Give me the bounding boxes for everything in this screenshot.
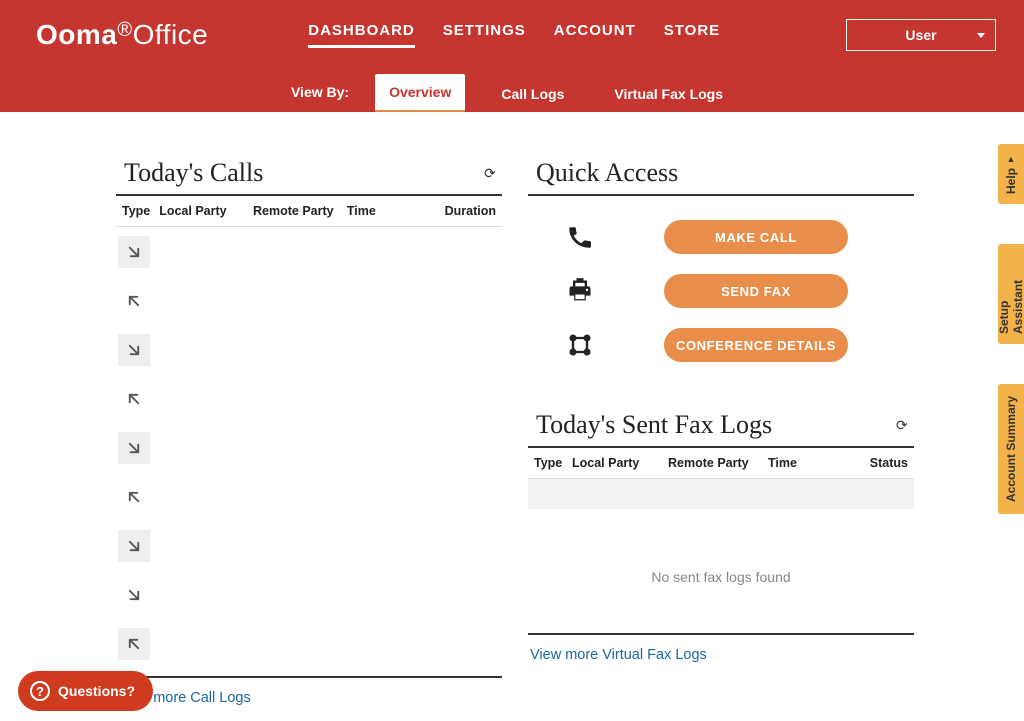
fax-table-head: Type Local Party Remote Party Time Statu… bbox=[528, 448, 914, 479]
qa-row-fax: SEND FAX bbox=[528, 268, 914, 322]
calls-footer: View more Call Logs bbox=[116, 676, 502, 707]
side-tab-help-label: Help bbox=[1004, 168, 1018, 194]
triangle-icon: ▲ bbox=[1006, 154, 1016, 164]
app-header: Ooma®Office DASHBOARD SETTINGS ACCOUNT S… bbox=[0, 0, 1024, 112]
side-tabs: Help ▲ Setup Assistant Account Summary bbox=[998, 144, 1024, 514]
refresh-icon[interactable]: ⟳ bbox=[896, 418, 910, 432]
side-tab-summary[interactable]: Account Summary bbox=[998, 384, 1024, 514]
qa-row-call: MAKE CALL bbox=[528, 214, 914, 268]
qa-row-conference: CONFERENCE DETAILS bbox=[528, 322, 914, 376]
col-duration: Duration bbox=[443, 204, 502, 218]
table-row[interactable] bbox=[116, 276, 502, 325]
nav-store[interactable]: STORE bbox=[664, 22, 720, 48]
incoming-call-icon bbox=[118, 432, 150, 464]
table-row[interactable] bbox=[116, 423, 502, 472]
brand-light: Office bbox=[133, 19, 209, 50]
questions-label: Questions? bbox=[58, 683, 135, 699]
calls-title-row: Today's Calls ⟳ bbox=[116, 158, 502, 196]
make-call-button[interactable]: MAKE CALL bbox=[664, 220, 848, 254]
fax-col-type: Type bbox=[532, 456, 570, 470]
user-menu[interactable]: User bbox=[846, 19, 996, 51]
quick-access-title: Quick Access bbox=[528, 158, 914, 196]
right-column: Quick Access MAKE CALL SEND FAX bbox=[528, 158, 914, 707]
incoming-call-icon bbox=[118, 334, 150, 366]
fax-col-remote: Remote Party bbox=[666, 456, 766, 470]
view-by-label: View By: bbox=[287, 72, 353, 112]
side-tab-summary-label: Account Summary bbox=[1004, 396, 1018, 502]
calls-panel: Today's Calls ⟳ Type Local Party Remote … bbox=[116, 158, 502, 707]
nav-account[interactable]: ACCOUNT bbox=[554, 22, 636, 48]
outgoing-call-icon bbox=[118, 383, 150, 415]
subtab-call-logs[interactable]: Call Logs bbox=[487, 76, 578, 112]
fax-empty-row bbox=[528, 479, 914, 509]
header-top: Ooma®Office DASHBOARD SETTINGS ACCOUNT S… bbox=[0, 0, 1024, 70]
phone-icon bbox=[566, 223, 594, 251]
table-row[interactable] bbox=[116, 227, 502, 276]
incoming-call-icon bbox=[118, 236, 150, 268]
incoming-call-icon bbox=[118, 579, 150, 611]
fax-col-status: Status bbox=[856, 456, 914, 470]
questions-button[interactable]: ? Questions? bbox=[18, 671, 153, 711]
side-tab-help[interactable]: Help ▲ bbox=[998, 144, 1024, 204]
calls-rows bbox=[116, 227, 502, 668]
chevron-down-icon bbox=[977, 33, 985, 38]
table-row[interactable] bbox=[116, 619, 502, 668]
subtab-fax-logs[interactable]: Virtual Fax Logs bbox=[600, 76, 737, 112]
nav-settings[interactable]: SETTINGS bbox=[443, 22, 526, 48]
side-tab-setup[interactable]: Setup Assistant bbox=[998, 244, 1024, 344]
table-row[interactable] bbox=[116, 374, 502, 423]
fax-empty-text: No sent fax logs found bbox=[528, 509, 914, 625]
conference-icon bbox=[566, 331, 594, 359]
subtab-overview[interactable]: Overview bbox=[375, 74, 465, 112]
nav-dashboard[interactable]: DASHBOARD bbox=[308, 22, 415, 48]
table-row[interactable] bbox=[116, 325, 502, 374]
calls-table-head: Type Local Party Remote Party Time Durat… bbox=[116, 196, 502, 227]
side-tab-setup-label: Setup Assistant bbox=[997, 254, 1024, 334]
fax-col-time: Time bbox=[766, 456, 856, 470]
question-icon: ? bbox=[30, 681, 50, 701]
send-fax-button[interactable]: SEND FAX bbox=[664, 274, 848, 308]
fax-title: Today's Sent Fax Logs bbox=[536, 410, 772, 440]
fax-title-row: Today's Sent Fax Logs ⟳ bbox=[528, 410, 914, 448]
main-nav: DASHBOARD SETTINGS ACCOUNT STORE bbox=[308, 22, 720, 48]
col-type: Type bbox=[120, 204, 157, 218]
fax-panel: Today's Sent Fax Logs ⟳ Type Local Party… bbox=[528, 410, 914, 664]
table-row[interactable] bbox=[116, 472, 502, 521]
outgoing-call-icon bbox=[118, 481, 150, 513]
fax-icon bbox=[566, 277, 594, 305]
view-by-tabs: View By: Overview Call Logs Virtual Fax … bbox=[0, 70, 1024, 112]
brand-logo: Ooma®Office bbox=[36, 19, 208, 51]
table-row[interactable] bbox=[116, 521, 502, 570]
view-more-fax-logs[interactable]: View more Virtual Fax Logs bbox=[528, 647, 707, 663]
incoming-call-icon bbox=[118, 530, 150, 562]
fax-col-local: Local Party bbox=[570, 456, 666, 470]
col-remote: Remote Party bbox=[251, 204, 345, 218]
outgoing-call-icon bbox=[118, 628, 150, 660]
main-content: Today's Calls ⟳ Type Local Party Remote … bbox=[0, 112, 1024, 707]
conference-details-button[interactable]: CONFERENCE DETAILS bbox=[664, 328, 848, 362]
refresh-icon[interactable]: ⟳ bbox=[484, 166, 498, 180]
quick-access-rows: MAKE CALL SEND FAX bbox=[528, 196, 914, 376]
col-time: Time bbox=[345, 204, 443, 218]
table-row[interactable] bbox=[116, 570, 502, 619]
calls-title: Today's Calls bbox=[124, 158, 263, 188]
quick-access-panel: Quick Access MAKE CALL SEND FAX bbox=[528, 158, 914, 376]
col-local: Local Party bbox=[157, 204, 251, 218]
user-menu-label: User bbox=[905, 27, 936, 43]
fax-footer: View more Virtual Fax Logs bbox=[528, 633, 914, 664]
outgoing-call-icon bbox=[118, 285, 150, 317]
brand-bold: Ooma bbox=[36, 19, 117, 50]
